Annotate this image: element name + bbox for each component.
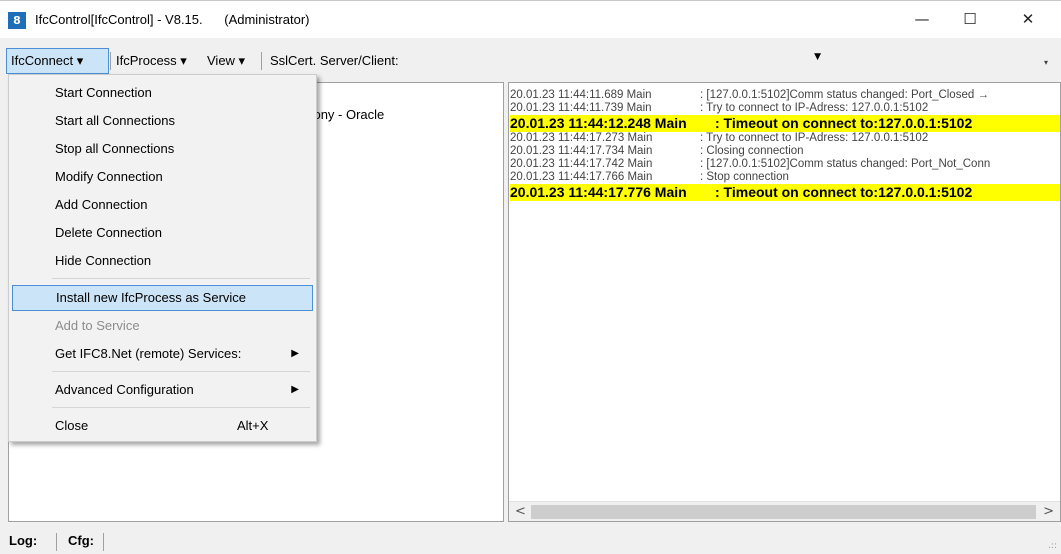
log-panel[interactable]: 20.01.23 11:44:11.689 Main : [127.0.0.1:5… bbox=[508, 82, 1061, 522]
window-title: IfcControl[IfcControl] - V8.15. (Adminis… bbox=[35, 12, 310, 27]
resize-grip-icon[interactable]: .:: bbox=[1048, 541, 1057, 551]
menu-separator bbox=[52, 407, 310, 408]
log-timestamp: 20.01.23 11:44:11.689 Main bbox=[510, 89, 652, 101]
log-line: 20.01.23 11:44:11.689 Main : [127.0.0.1:5… bbox=[510, 89, 1060, 102]
log-message: : Timeout on connect to:127.0.0.1:5102 bbox=[715, 115, 973, 131]
minimize-icon[interactable]: — bbox=[899, 1, 945, 37]
shortcut-label: Alt+X bbox=[237, 418, 269, 433]
scrollbar-thumb[interactable] bbox=[531, 505, 1036, 519]
log-timestamp: 20.01.23 11:44:17.734 Main bbox=[510, 145, 653, 157]
status-bar: Log: Cfg: .:: bbox=[0, 530, 1061, 554]
menu-item-start-connection[interactable]: Start Connection bbox=[12, 80, 313, 106]
status-separator bbox=[56, 533, 57, 551]
log-line: 20.01.23 11:44:17.273 Main : Try to conne… bbox=[510, 132, 1060, 145]
menu-item-add-to-service: Add to Service bbox=[55, 318, 140, 333]
horizontal-scrollbar[interactable]: < > bbox=[509, 501, 1060, 521]
maximize-icon[interactable]: ☐ bbox=[947, 1, 993, 37]
submenu-arrow-icon: ▶ bbox=[291, 384, 299, 395]
menu-separator bbox=[52, 371, 310, 372]
log-timestamp: 20.01.23 11:44:17.742 Main bbox=[510, 158, 653, 170]
log-line: 20.01.23 11:44:17.734 Main : Closing conn… bbox=[510, 145, 1060, 158]
menu-item-label: Close bbox=[55, 418, 89, 433]
menu-item-advanced-configuration[interactable]: Advanced Configuration ▶ bbox=[12, 377, 313, 403]
ifcconnect-dropdown: Start Connection Start all Connections S… bbox=[8, 74, 317, 442]
menu-view[interactable]: View ▾ bbox=[203, 49, 249, 73]
log-line: 20.01.23 11:44:17.776 Main : Timeout on c… bbox=[510, 184, 1060, 201]
menu-separator bbox=[261, 52, 262, 70]
log-message: : Try to connect to IP-Adress: 127.0.0.1… bbox=[700, 132, 929, 144]
menu-item-label: Get IFC8.Net (remote) Services: bbox=[55, 346, 242, 361]
sslcert-label: SslCert. Server/Client: bbox=[270, 53, 399, 68]
admin-label: (Administrator) bbox=[224, 12, 310, 27]
menu-item-add-connection[interactable]: Add Connection bbox=[12, 192, 313, 218]
menu-item-label: Advanced Configuration bbox=[55, 382, 194, 397]
log-timestamp: 20.01.23 11:44:17.776 Main bbox=[510, 184, 687, 200]
title-bar: 8 IfcControl[IfcControl] - V8.15. (Admin… bbox=[0, 0, 1061, 38]
menu-item-start-all-connections[interactable]: Start all Connections bbox=[12, 108, 313, 134]
menu-bar: IfcConnect ▾ IfcProcess ▾ View ▾ SslCert… bbox=[0, 48, 1061, 74]
menu-separator bbox=[52, 278, 310, 279]
close-icon[interactable]: ✕ bbox=[1005, 1, 1051, 37]
scroll-right-icon[interactable]: > bbox=[1043, 504, 1054, 519]
menu-separator bbox=[110, 52, 111, 70]
log-line: 20.01.23 11:44:12.248 Main : Timeout on c… bbox=[510, 115, 1060, 132]
scroll-left-icon[interactable]: < bbox=[515, 504, 526, 519]
status-log-label: Log: bbox=[9, 533, 38, 548]
log-lines: 20.01.23 11:44:11.689 Main : [127.0.0.1:5… bbox=[510, 89, 1060, 201]
status-separator bbox=[103, 533, 104, 551]
log-timestamp: 20.01.23 11:44:11.739 Main bbox=[510, 102, 652, 114]
log-line: 20.01.23 11:44:17.766 Main : Stop connect… bbox=[510, 171, 1060, 184]
menu-item-delete-connection[interactable]: Delete Connection bbox=[12, 220, 313, 246]
log-line: 20.01.23 11:44:17.742 Main : [127.0.0.1:5… bbox=[510, 158, 1060, 171]
menu-item-modify-connection[interactable]: Modify Connection bbox=[12, 164, 313, 190]
menu-item-install-service[interactable]: Install new IfcProcess as Service bbox=[12, 285, 313, 311]
app-icon: 8 bbox=[8, 12, 26, 29]
log-timestamp: 20.01.23 11:44:17.273 Main bbox=[510, 132, 653, 144]
log-message: : Stop connection bbox=[700, 171, 789, 183]
toolbar-overflow-icon[interactable]: ▾ bbox=[1044, 58, 1048, 67]
status-cfg-label: Cfg: bbox=[68, 533, 94, 548]
menu-ifcprocess[interactable]: IfcProcess ▾ bbox=[112, 49, 191, 73]
menu-ifcconnect[interactable]: IfcConnect ▾ bbox=[6, 48, 109, 74]
menu-item-close[interactable]: Close Alt+X bbox=[12, 413, 313, 439]
menu-item-stop-all-connections[interactable]: Stop all Connections bbox=[12, 136, 313, 162]
log-message: : Timeout on connect to:127.0.0.1:5102 bbox=[715, 184, 973, 200]
log-message: : [127.0.0.1:5102]Comm status changed: P… bbox=[700, 89, 989, 101]
window-title-text: IfcControl[IfcControl] - V8.15. bbox=[35, 12, 203, 27]
submenu-arrow-icon: ▶ bbox=[291, 348, 299, 359]
log-line: 20.01.23 11:44:11.739 Main : Try to conne… bbox=[510, 102, 1060, 115]
log-timestamp: 20.01.23 11:44:12.248 Main bbox=[510, 115, 687, 131]
menu-item-get-remote-services[interactable]: Get IFC8.Net (remote) Services: ▶ bbox=[12, 341, 313, 367]
sslcert-combo[interactable]: ▼ bbox=[420, 49, 825, 73]
log-timestamp: 20.01.23 11:44:17.766 Main bbox=[510, 171, 653, 183]
chevron-down-icon[interactable]: ▼ bbox=[814, 52, 821, 62]
log-message: : [127.0.0.1:5102]Comm status changed: P… bbox=[700, 158, 991, 170]
log-message: : Try to connect to IP-Adress: 127.0.0.1… bbox=[700, 102, 929, 114]
menu-item-hide-connection[interactable]: Hide Connection bbox=[12, 248, 313, 274]
log-message: : Closing connection bbox=[700, 145, 804, 157]
